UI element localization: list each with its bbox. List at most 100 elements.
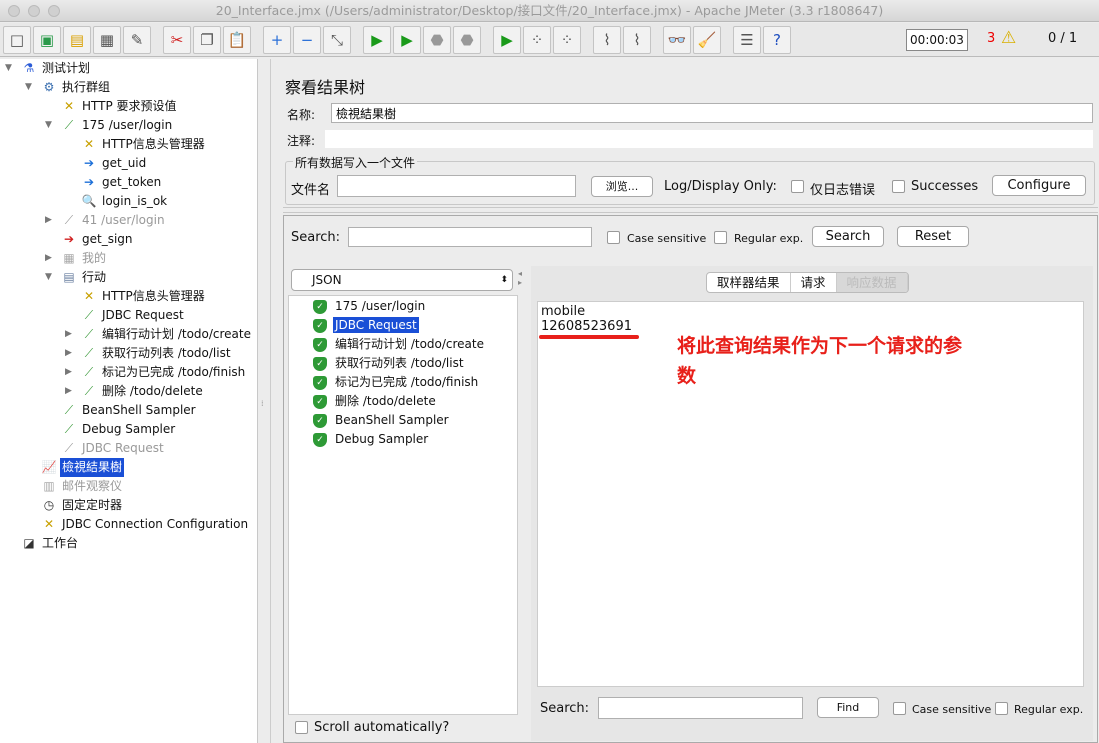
- tree-node[interactable]: ▶ ⟋ 41 /user/login: [0, 211, 258, 230]
- new-button[interactable]: □: [3, 26, 31, 54]
- sample-result-item[interactable]: ✓ 175 /user/login: [313, 297, 427, 316]
- remote-shutdown-button[interactable]: ⁘: [553, 26, 581, 54]
- tree-node[interactable]: ▶ ⟋ 删除 /todo/delete: [0, 382, 258, 401]
- clear-all-button[interactable]: ⌇: [623, 26, 651, 54]
- tree-node[interactable]: ▼ ⚙ 执行群组: [0, 78, 258, 97]
- sample-result-item[interactable]: ✓ 编辑行动计划 /todo/create: [313, 335, 486, 354]
- collapse-button[interactable]: −: [293, 26, 321, 54]
- collapsed-arrow-icon[interactable]: ▶: [45, 249, 55, 268]
- expand-button[interactable]: +: [263, 26, 291, 54]
- reset-button[interactable]: Reset: [897, 226, 969, 247]
- detail-regex-checkbox[interactable]: [995, 702, 1008, 715]
- sample-result-item[interactable]: ✓ JDBC Request: [313, 316, 419, 335]
- tree-node[interactable]: ▼ ⚗ 测试计划: [0, 59, 258, 78]
- function-helper-button[interactable]: ☰: [733, 26, 761, 54]
- tree-node[interactable]: ✕ HTTP信息头管理器: [0, 287, 258, 306]
- detail-tab[interactable]: 响应数据: [836, 273, 908, 292]
- sample-result-item[interactable]: ✓ BeanShell Sampler: [313, 411, 451, 430]
- expanded-arrow-icon[interactable]: ▼: [25, 78, 35, 97]
- shutdown-button[interactable]: ⬣: [453, 26, 481, 54]
- close-window-button[interactable]: [8, 5, 20, 17]
- tree-node[interactable]: ➔ get_token: [0, 173, 258, 192]
- workbench-icon: ◪: [23, 536, 35, 550]
- tree-node[interactable]: ➔ get_uid: [0, 154, 258, 173]
- sample-result-item[interactable]: ✓ 删除 /todo/delete: [313, 392, 438, 411]
- tree-node-label: HTTP信息头管理器: [102, 137, 205, 151]
- cut-button[interactable]: ✂: [163, 26, 191, 54]
- tree-node[interactable]: ▶ ⟋ 获取行动列表 /todo/list: [0, 344, 258, 363]
- tree-node[interactable]: ✕ HTTP信息头管理器: [0, 135, 258, 154]
- expanded-arrow-icon[interactable]: ▼: [45, 116, 55, 135]
- browse-button[interactable]: 浏览...: [591, 176, 653, 197]
- name-input[interactable]: [331, 103, 1093, 123]
- tree-node[interactable]: ▼ ▤ 行动: [0, 268, 258, 287]
- search-button[interactable]: Search: [812, 226, 884, 247]
- tree-node[interactable]: ⟋ JDBC Request: [0, 439, 258, 458]
- tree-node[interactable]: ▶ ⟋ 标记为已完成 /todo/finish: [0, 363, 258, 382]
- scroll-auto-checkbox[interactable]: [295, 721, 308, 734]
- detail-tab[interactable]: 取样器结果: [707, 273, 791, 292]
- sample-result-item[interactable]: ✓ 获取行动列表 /todo/list: [313, 354, 466, 373]
- reset-search-button[interactable]: 🧹: [693, 26, 721, 54]
- tree-node[interactable]: ➔ get_sign: [0, 230, 258, 249]
- successes-checkbox[interactable]: [892, 180, 905, 193]
- tree-node[interactable]: ◪ 工作台: [0, 534, 258, 553]
- tree-node[interactable]: ◷ 固定定时器: [0, 496, 258, 515]
- toggle-button[interactable]: ⤡: [323, 26, 351, 54]
- comment-input[interactable]: [325, 130, 1093, 148]
- expanded-arrow-icon[interactable]: ▼: [5, 59, 15, 78]
- search-button[interactable]: 👓: [663, 26, 691, 54]
- stop-button[interactable]: ⬣: [423, 26, 451, 54]
- sample-result-item[interactable]: ✓ Debug Sampler: [313, 430, 430, 449]
- tree-node[interactable]: ⟋ JDBC Request: [0, 306, 258, 325]
- search-input[interactable]: [348, 227, 592, 247]
- save-as-button[interactable]: ✎: [123, 26, 151, 54]
- main-splitter[interactable]: ⁞: [258, 59, 270, 743]
- collapsed-arrow-icon[interactable]: ▶: [65, 344, 75, 363]
- tree-node[interactable]: ⟋ BeanShell Sampler: [0, 401, 258, 420]
- tree-node[interactable]: ⟋ Debug Sampler: [0, 420, 258, 439]
- tree-node[interactable]: ✕ HTTP 要求预设值: [0, 97, 258, 116]
- templates-button[interactable]: ▣: [33, 26, 61, 54]
- tree-node[interactable]: 🔍 login_is_ok: [0, 192, 258, 211]
- open-button[interactable]: ▤: [63, 26, 91, 54]
- sample-result-item[interactable]: ✓ 标记为已完成 /todo/finish: [313, 373, 480, 392]
- collapsed-arrow-icon[interactable]: ▶: [45, 211, 55, 230]
- collapsed-arrow-icon[interactable]: ▶: [65, 363, 75, 382]
- minimize-window-button[interactable]: [28, 5, 40, 17]
- tree-node[interactable]: 📈 檢視結果樹: [0, 458, 258, 477]
- start-no-pause-button[interactable]: ▶: [393, 26, 421, 54]
- find-button[interactable]: Find: [817, 697, 879, 718]
- case-sensitive-checkbox[interactable]: [607, 231, 620, 244]
- save-button[interactable]: ▦: [93, 26, 121, 54]
- test-plan-tree[interactable]: ▼ ⚗ 测试计划 ▼ ⚙ 执行群组 ✕ HTTP 要求预设值 ▼ ⟋ 175 /user/login…: [0, 59, 258, 743]
- results-splitter[interactable]: ◂ ▸: [518, 269, 528, 739]
- filename-input[interactable]: [337, 175, 576, 197]
- configure-button[interactable]: Configure: [992, 175, 1086, 196]
- zoom-window-button[interactable]: [48, 5, 60, 17]
- remote-stop-button[interactable]: ⁘: [523, 26, 551, 54]
- tree-node[interactable]: ▥ 邮件观察仪: [0, 477, 258, 496]
- tree-node[interactable]: ✕ JDBC Connection Configuration: [0, 515, 258, 534]
- vertical-splitter[interactable]: [283, 207, 1098, 213]
- paste-button[interactable]: 📋: [223, 26, 251, 54]
- remote-start-button[interactable]: ▶: [493, 26, 521, 54]
- expanded-arrow-icon[interactable]: ▼: [45, 268, 55, 287]
- tree-node[interactable]: ▼ ⟋ 175 /user/login: [0, 116, 258, 135]
- tree-node[interactable]: ▶ ⟋ 编辑行动计划 /todo/create: [0, 325, 258, 344]
- copy-button[interactable]: ❐: [193, 26, 221, 54]
- tree-node-label: JDBC Request: [102, 308, 184, 322]
- warning-icon[interactable]: ⚠: [1001, 28, 1016, 48]
- errors-only-checkbox[interactable]: [791, 180, 804, 193]
- detail-case-sensitive-checkbox[interactable]: [893, 702, 906, 715]
- tree-node[interactable]: ▶ ▦ 我的: [0, 249, 258, 268]
- help-button[interactable]: ?: [763, 26, 791, 54]
- renderer-select[interactable]: JSON ⬍: [291, 269, 513, 291]
- detail-search-input[interactable]: [598, 697, 803, 719]
- start-button[interactable]: ▶: [363, 26, 391, 54]
- collapsed-arrow-icon[interactable]: ▶: [65, 325, 75, 344]
- detail-tab[interactable]: 请求: [791, 273, 837, 292]
- collapsed-arrow-icon[interactable]: ▶: [65, 382, 75, 401]
- regex-checkbox[interactable]: [714, 231, 727, 244]
- clear-button[interactable]: ⌇: [593, 26, 621, 54]
